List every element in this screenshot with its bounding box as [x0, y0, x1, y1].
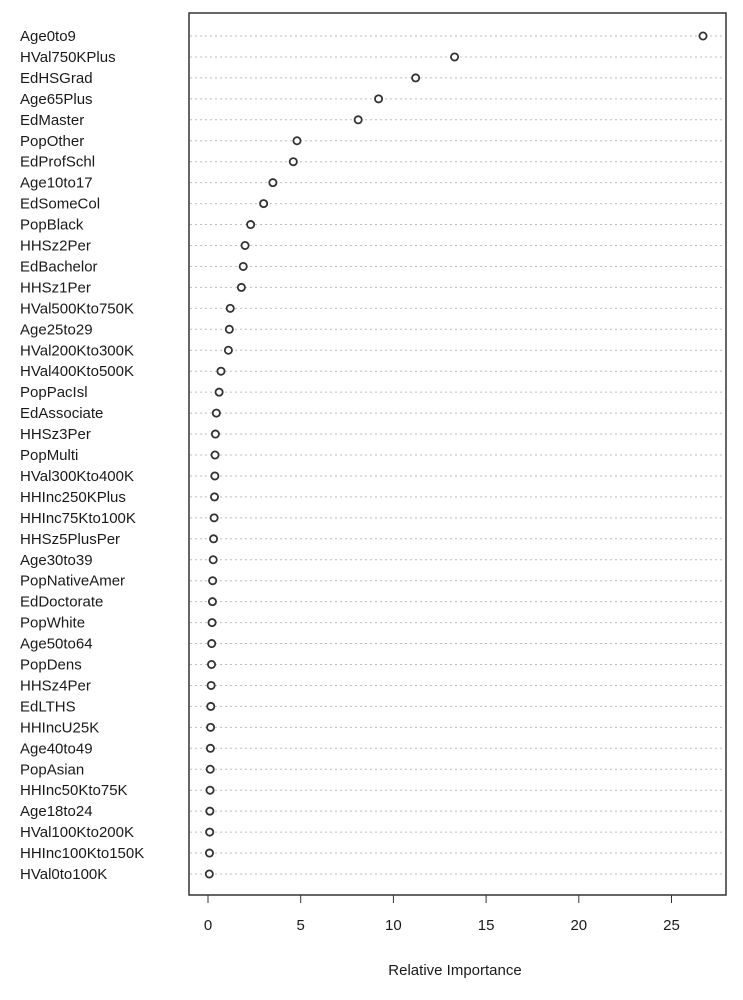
category-label: EdLTHS	[20, 698, 76, 715]
category-label: Age10to17	[20, 175, 93, 192]
data-point	[259, 199, 269, 209]
data-point	[205, 743, 215, 753]
data-point	[211, 408, 221, 418]
data-point	[206, 722, 216, 732]
data-point	[209, 492, 219, 502]
data-point	[204, 848, 214, 858]
data-point	[210, 429, 220, 439]
category-label: Age0to9	[20, 28, 76, 45]
data-point	[206, 701, 216, 711]
data-point	[206, 680, 216, 690]
data-point	[207, 618, 217, 628]
category-label: EdDoctorate	[20, 594, 103, 611]
x-tick-label: 10	[385, 917, 402, 934]
category-label: HHIncU25K	[20, 719, 99, 736]
category-label: HHSz5PlusPer	[20, 531, 120, 548]
data-point	[450, 52, 460, 62]
category-label: EdSomeCol	[20, 196, 100, 213]
category-label: EdBachelor	[20, 258, 98, 275]
x-tick-label: 0	[204, 917, 212, 934]
category-label: EdProfSchl	[20, 154, 95, 171]
data-point	[288, 157, 298, 167]
category-label: HHInc75Kto100K	[20, 510, 136, 527]
category-label: HVal750KPlus	[20, 49, 116, 66]
data-point	[204, 869, 214, 879]
category-label: EdMaster	[20, 112, 84, 129]
data-point	[207, 597, 217, 607]
grid-lines	[190, 35, 725, 875]
category-label: PopPacIsl	[20, 384, 88, 401]
category-label: HVal100Kto200K	[20, 824, 134, 841]
data-point	[208, 576, 218, 586]
data-point	[236, 282, 246, 292]
category-label: PopOther	[20, 133, 84, 150]
category-label: PopNativeAmer	[20, 573, 125, 590]
data-point	[205, 785, 215, 795]
data-point	[238, 261, 248, 271]
category-label: HHInc250KPlus	[20, 489, 126, 506]
data-point	[210, 471, 220, 481]
category-label: Age18to24	[20, 803, 93, 820]
x-axis: 0 5 10 15 20 25	[204, 894, 680, 934]
data-point	[246, 220, 256, 230]
category-label: EdAssociate	[20, 405, 103, 422]
data-point	[205, 806, 215, 816]
data-point	[209, 513, 219, 523]
category-label: HHInc50Kto75K	[20, 782, 128, 799]
x-axis-title: Relative Importance	[388, 962, 521, 979]
data-point	[207, 660, 217, 670]
data-point	[205, 764, 215, 774]
category-label: Age25to29	[20, 321, 93, 338]
category-label: HVal300Kto400K	[20, 468, 134, 485]
data-point	[208, 555, 218, 565]
data-point	[225, 303, 235, 313]
category-label: HHInc100Kto150K	[20, 845, 144, 862]
category-label: PopBlack	[20, 217, 84, 234]
x-tick-label: 25	[663, 917, 680, 934]
chart-container: Age0to9 HVal750KPlus EdHSGrad Age65Plus EdMa…	[0, 0, 743, 995]
category-label: HVal500Kto750K	[20, 300, 134, 317]
x-tick-label: 15	[478, 917, 495, 934]
category-label: PopAsian	[20, 761, 84, 778]
category-label: Age50to64	[20, 636, 93, 653]
data-point	[214, 387, 224, 397]
data-point	[698, 31, 708, 41]
data-point	[210, 450, 220, 460]
data-point	[411, 73, 421, 83]
category-label: HHSz3Per	[20, 426, 91, 443]
category-label: Age30to39	[20, 552, 93, 569]
data-point	[223, 345, 233, 355]
category-label: HVal0to100K	[20, 866, 107, 883]
data-point	[207, 639, 217, 649]
x-tick-label: 5	[297, 917, 305, 934]
data-point	[353, 115, 363, 125]
data-point	[205, 827, 215, 837]
category-label: HHSz4Per	[20, 677, 91, 694]
category-labels: Age0to9 HVal750KPlus EdHSGrad Age65Plus EdMa…	[20, 28, 144, 883]
data-point	[224, 324, 234, 334]
category-label: HVal400Kto500K	[20, 363, 134, 380]
category-label: PopDens	[20, 657, 82, 674]
category-label: HHSz1Per	[20, 279, 91, 296]
data-point	[268, 178, 278, 188]
category-label: Age65Plus	[20, 91, 93, 108]
data-point	[292, 136, 302, 146]
category-label: EdHSGrad	[20, 70, 93, 87]
dot-chart: Age0to9 HVal750KPlus EdHSGrad Age65Plus EdMa…	[20, 12, 727, 979]
data-point	[209, 534, 219, 544]
data-point	[240, 240, 250, 250]
data-point	[374, 94, 384, 104]
category-label: PopWhite	[20, 615, 85, 632]
x-tick-label: 20	[570, 917, 587, 934]
category-label: Age40to49	[20, 740, 93, 757]
category-label: PopMulti	[20, 447, 78, 464]
category-label: HVal200Kto300K	[20, 342, 134, 359]
category-label: HHSz2Per	[20, 238, 91, 255]
plot-frame	[188, 12, 727, 896]
data-point	[216, 366, 226, 376]
